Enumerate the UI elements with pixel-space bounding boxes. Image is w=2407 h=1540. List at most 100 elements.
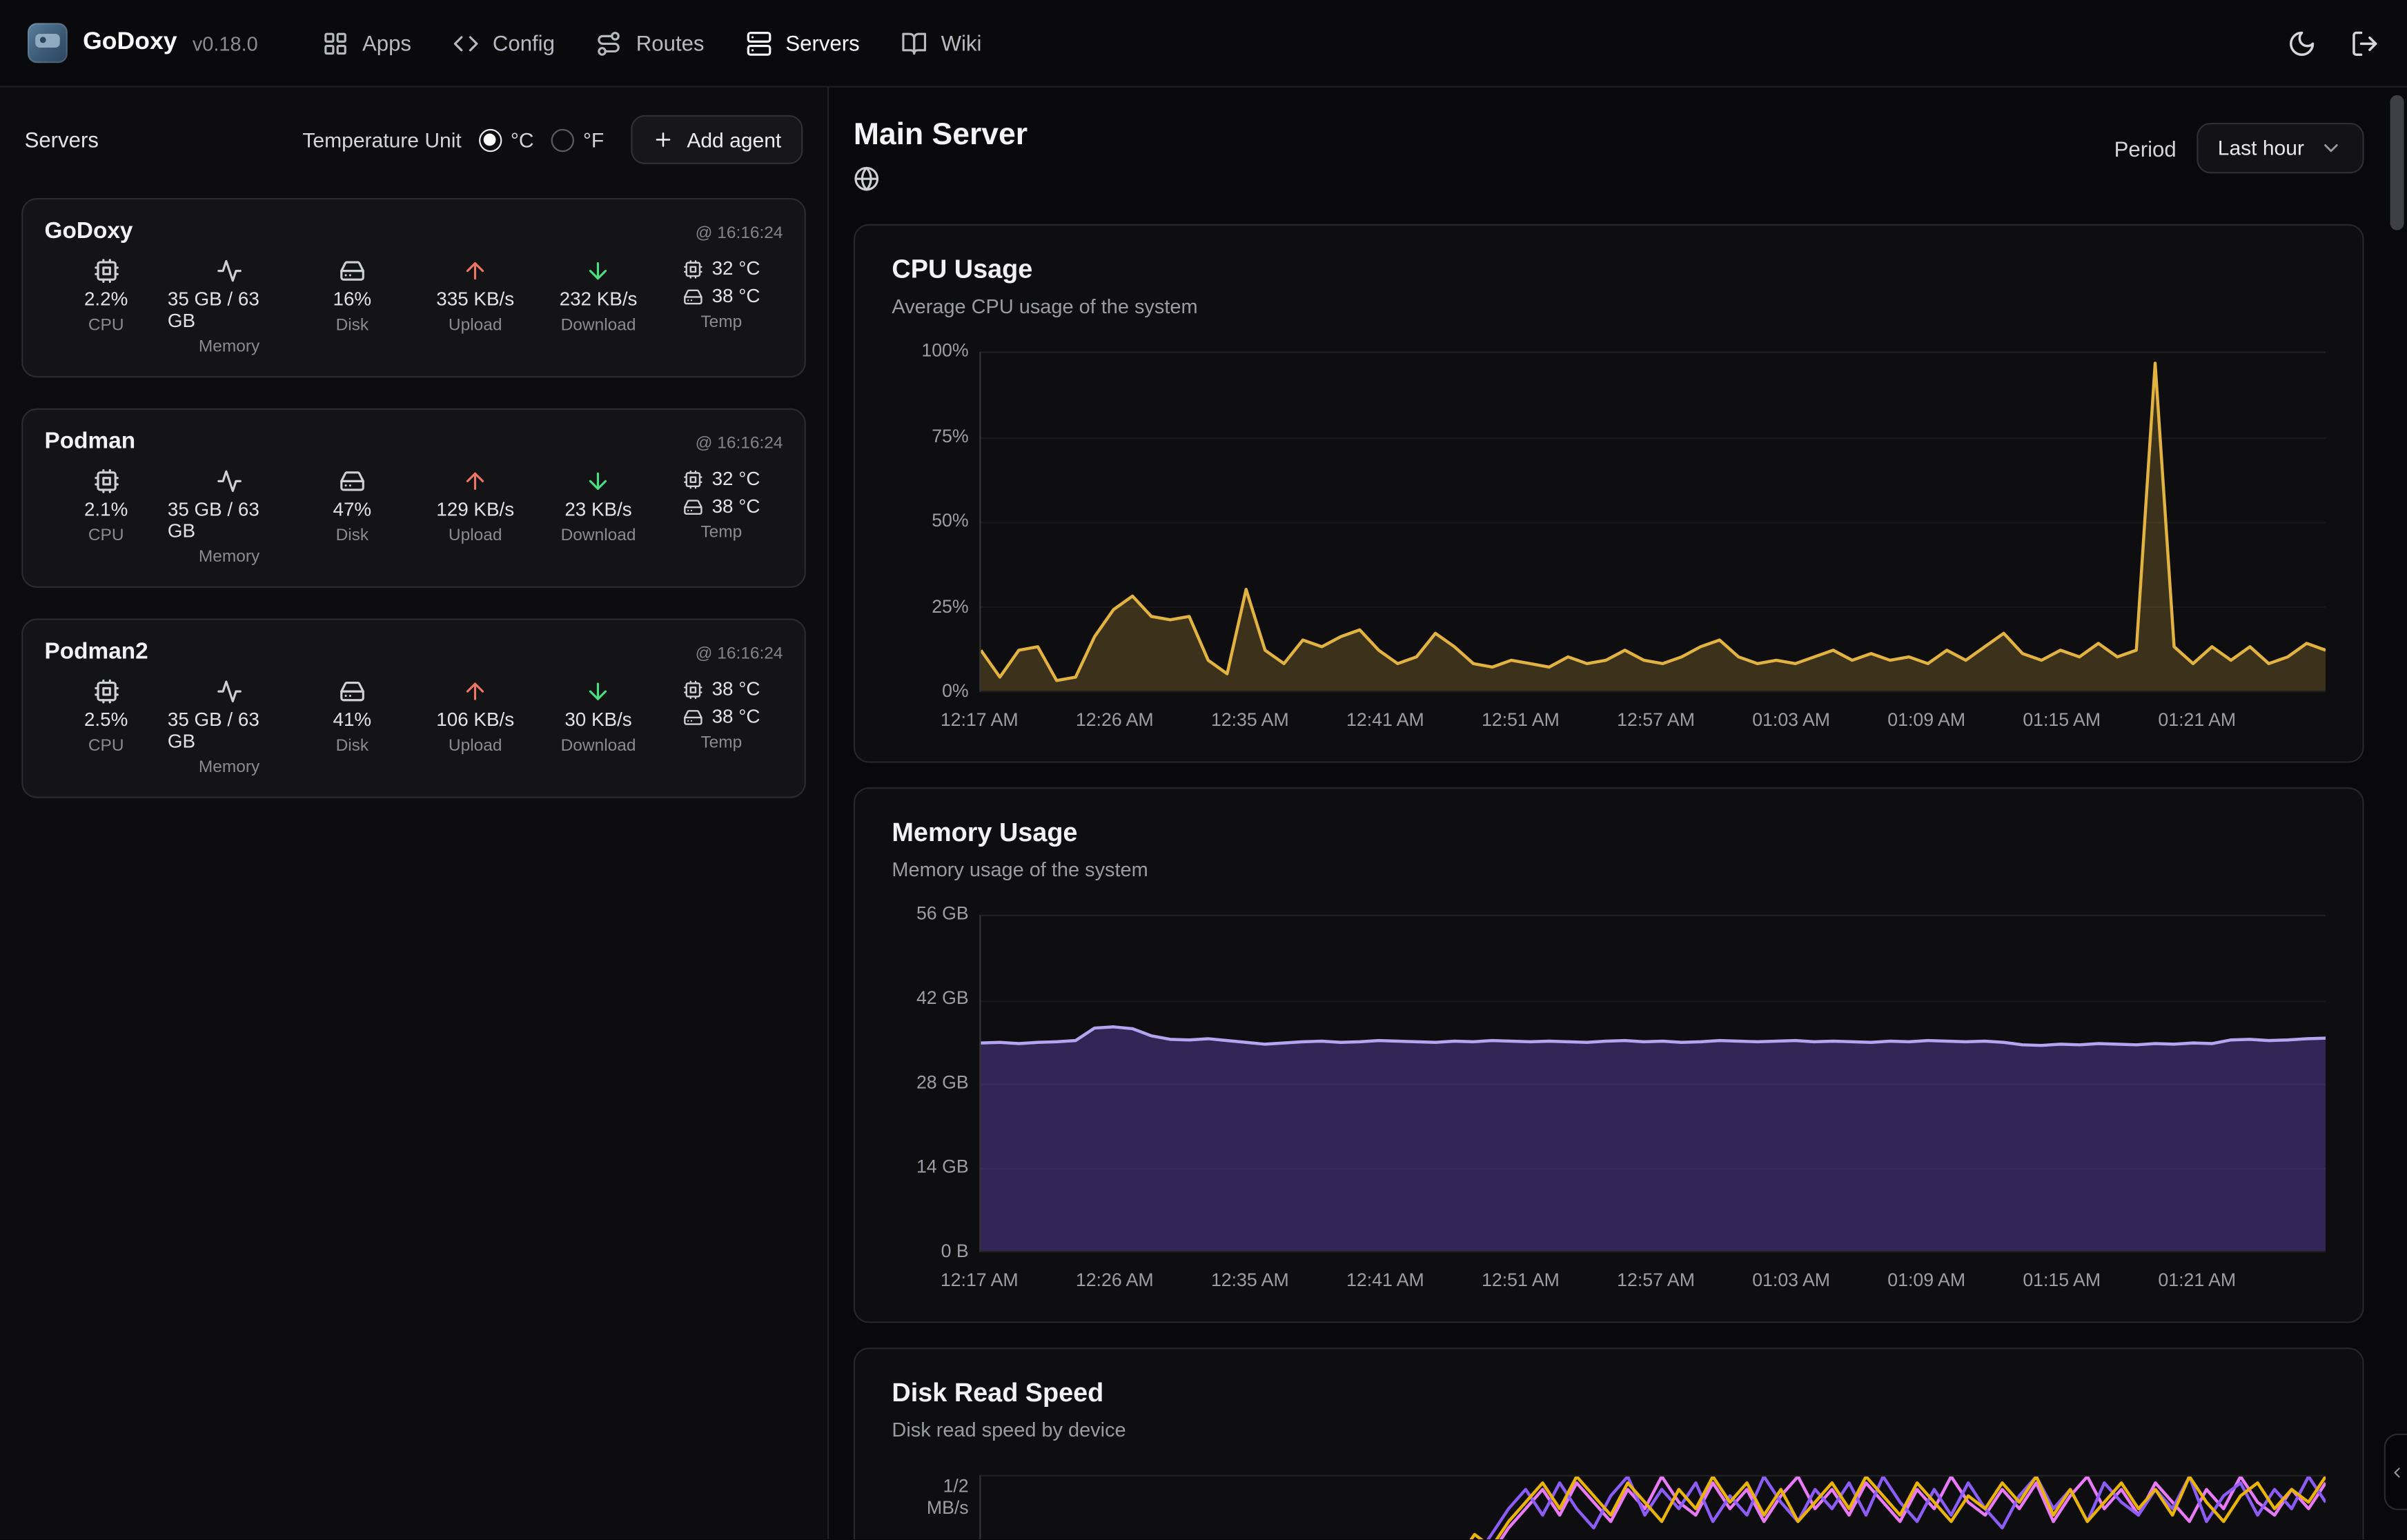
period-control: Period Last hour	[2114, 123, 2364, 173]
stat-label: Upload	[449, 316, 502, 335]
chevron-down-icon	[2319, 137, 2342, 159]
arrow-down-icon	[585, 258, 611, 284]
server-icon	[746, 30, 772, 56]
nav-item-routes[interactable]: Routes	[596, 30, 705, 56]
stat-value: 16%	[333, 288, 372, 310]
arrow-down-icon	[585, 468, 611, 494]
stat-value: 41%	[333, 709, 372, 731]
temp-disk-row: 38 °C	[682, 496, 760, 517]
disk-read-speed-chart: 1/2 MB/s	[892, 1475, 2326, 1539]
server-card-podman2[interactable]: Podman2 @ 16:16:24 2.5% CPU 35 GB / 63 G…	[21, 618, 806, 798]
stat-value: 35 GB / 63 GB	[168, 288, 291, 331]
server-name: Podman2	[45, 638, 148, 664]
stat-label: CPU	[88, 526, 124, 545]
server-card-godoxy[interactable]: GoDoxy @ 16:16:24 2.2% CPU 35 GB / 63 GB…	[21, 198, 806, 377]
activity-icon	[216, 678, 242, 704]
stat-value: 38 °C	[712, 286, 760, 307]
sidebar-title: Servers	[25, 128, 99, 152]
temp-cpu-row: 38 °C	[682, 678, 760, 700]
server-card-podman[interactable]: Podman @ 16:16:24 2.1% CPU 35 GB / 63 GB…	[21, 408, 806, 588]
activity-icon	[216, 468, 242, 494]
page-title: Main Server	[854, 118, 1028, 153]
book-icon	[901, 30, 927, 56]
stat-value: 335 KB/s	[436, 288, 514, 310]
server-name: GoDoxy	[45, 218, 133, 244]
stat-upload: 106 KB/s Upload	[414, 678, 537, 776]
stat-disk: 16% Disk	[291, 258, 413, 356]
server-timestamp: @ 16:16:24	[696, 435, 783, 453]
nav-item-config[interactable]: Config	[453, 30, 555, 56]
radio-label: °F	[583, 128, 604, 151]
stat-value: 35 GB / 63 GB	[168, 709, 291, 752]
stat-label: Disk	[336, 316, 369, 335]
stat-value: 30 KB/s	[564, 709, 631, 731]
temp-cpu-row: 32 °C	[682, 258, 760, 279]
godoxy-app: GoDoxy v0.18.0 Apps Config Routes Server…	[0, 0, 2407, 1539]
godoxy-logo-icon	[28, 23, 68, 63]
server-card-header: Podman2 @ 16:16:24	[45, 638, 783, 664]
fahrenheit-radio[interactable]: °F	[551, 128, 604, 151]
stat-value: 38 °C	[712, 706, 760, 727]
theme-toggle-button[interactable]	[2288, 28, 2317, 57]
stat-value: 106 KB/s	[436, 709, 514, 731]
stat-label: Memory	[199, 758, 259, 777]
nav-item-wiki[interactable]: Wiki	[901, 30, 982, 56]
stat-disk: 47% Disk	[291, 468, 413, 566]
scrollbar-thumb[interactable]	[2390, 95, 2404, 230]
cpu-chip-icon	[682, 469, 703, 489]
nav-label: Config	[493, 30, 555, 55]
stat-temp: 32 °C 38 °C Temp	[660, 468, 783, 566]
stat-disk: 41% Disk	[291, 678, 413, 776]
stat-value: 38 °C	[712, 496, 760, 517]
stat-cpu: 2.2% CPU	[45, 258, 168, 356]
temp-cpu-row: 32 °C	[682, 468, 760, 489]
stat-value: 35 GB / 63 GB	[168, 499, 291, 542]
stat-label: Download	[561, 737, 636, 756]
stat-value: 2.5%	[84, 709, 128, 731]
server-stats: 2.1% CPU 35 GB / 63 GB Memory 47% Disk	[45, 468, 783, 566]
stat-label: Temp	[700, 733, 742, 752]
stat-value: 47%	[333, 499, 372, 520]
y-axis-labels: 1/2 MB/s	[892, 1475, 968, 1539]
cpu-chip-icon	[682, 679, 703, 699]
x-axis-labels: 12:17 AM12:26 AM12:35 AM12:41 AM12:51 AM…	[979, 1266, 2326, 1300]
logout-icon	[2350, 28, 2379, 57]
chart-subtitle: Memory usage of the system	[892, 858, 2326, 880]
arrow-down-icon	[585, 678, 611, 704]
servers-sidebar: Servers Temperature Unit °C °F Add agent	[0, 88, 829, 1539]
chart-subtitle: Average CPU usage of the system	[892, 295, 2326, 317]
stat-value: 129 KB/s	[436, 499, 514, 520]
stat-temp: 32 °C 38 °C Temp	[660, 258, 783, 356]
stat-download: 23 KB/s Download	[537, 468, 660, 566]
panel-collapse-tab[interactable]	[2384, 1434, 2407, 1510]
hard-drive-icon	[682, 286, 703, 306]
memory-usage-card: Memory Usage Memory usage of the system …	[854, 787, 2364, 1323]
stat-value: 232 KB/s	[560, 288, 638, 310]
stat-value: 2.2%	[84, 288, 128, 310]
logout-button[interactable]	[2350, 28, 2379, 57]
nav-item-apps[interactable]: Apps	[322, 30, 411, 56]
period-dropdown[interactable]: Last hour	[2197, 123, 2364, 173]
server-stats: 2.5% CPU 35 GB / 63 GB Memory 41% Disk	[45, 678, 783, 776]
memory-usage-chart: 56 GB42 GB28 GB14 GB0 B 12:17 AM12:26 AM…	[892, 915, 2326, 1300]
chart-plot	[979, 1475, 2326, 1539]
chevron-left-icon	[2388, 1463, 2404, 1480]
hard-drive-icon	[682, 707, 703, 727]
main-header: Main Server Period Last hour	[854, 118, 2364, 199]
topbar-actions	[2288, 28, 2379, 57]
x-axis-labels: 12:17 AM12:26 AM12:35 AM12:41 AM12:51 AM…	[979, 706, 2326, 740]
radio-indicator	[478, 128, 501, 151]
stat-download: 232 KB/s Download	[537, 258, 660, 356]
stat-value: 38 °C	[712, 678, 760, 700]
temperature-unit-label: Temperature Unit	[302, 128, 461, 151]
celsius-radio[interactable]: °C	[478, 128, 533, 151]
cpu-chip-icon	[93, 678, 119, 704]
moon-icon	[2288, 28, 2317, 57]
stat-download: 30 KB/s Download	[537, 678, 660, 776]
nav-item-servers[interactable]: Servers	[746, 30, 860, 56]
server-name: Podman	[45, 428, 136, 455]
period-value: Last hour	[2218, 137, 2304, 159]
add-agent-button[interactable]: Add agent	[631, 115, 803, 164]
activity-icon	[216, 258, 242, 284]
stat-temp: 38 °C 38 °C Temp	[660, 678, 783, 776]
